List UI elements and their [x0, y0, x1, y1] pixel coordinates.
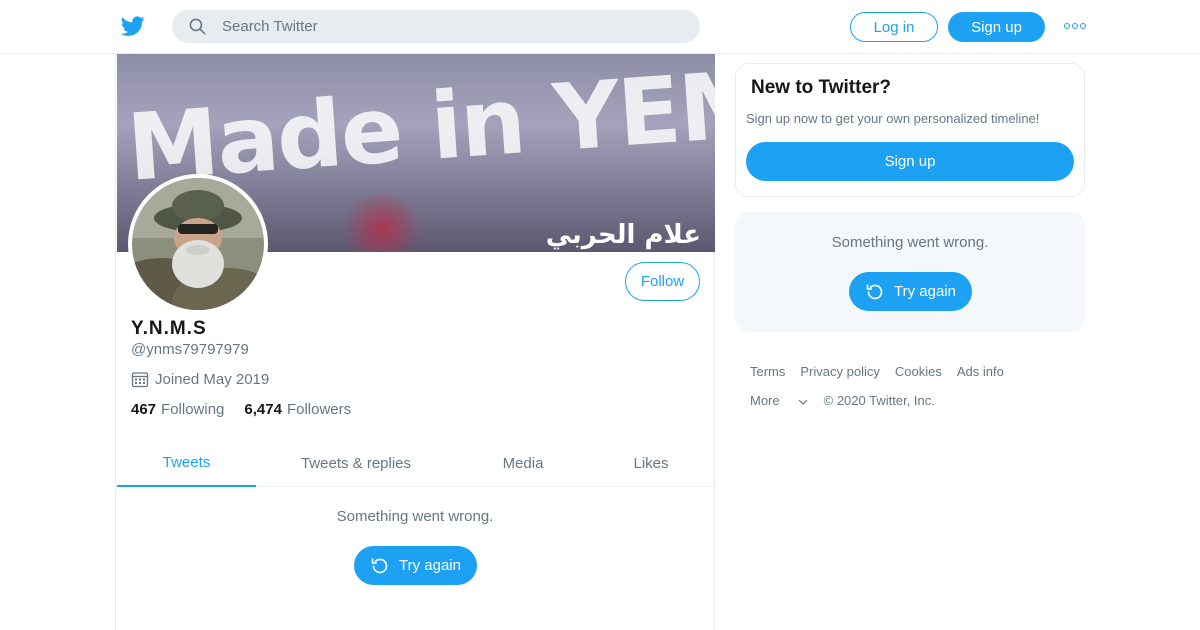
banner-arabic-text: علام الحربي: [545, 220, 701, 250]
footer-links: Terms Privacy policy Cookies Ads info Mo…: [750, 364, 1080, 422]
search-icon: [189, 18, 206, 35]
display-name: Y.N.M.S: [131, 318, 207, 339]
footer-link-terms[interactable]: Terms: [750, 364, 785, 379]
login-button[interactable]: Log in: [850, 12, 938, 42]
chevron-down-icon: [798, 399, 808, 405]
profile-tabs: Tweets Tweets & replies Media Likes: [117, 440, 715, 487]
search-input[interactable]: [222, 18, 662, 35]
timeline-error-text: Something went wrong.: [336, 508, 494, 525]
more-dots-icon[interactable]: [1064, 20, 1086, 32]
search-bar[interactable]: [172, 10, 700, 43]
following-link[interactable]: 467 Following: [131, 401, 224, 418]
tab-tweets-and-replies[interactable]: Tweets & replies: [256, 440, 456, 487]
footer-link-cookies[interactable]: Cookies: [895, 364, 942, 379]
tab-tweets[interactable]: Tweets: [117, 440, 256, 487]
avatar-photo: [132, 178, 264, 310]
followers-count: 6,474: [244, 401, 282, 418]
footer-more-button[interactable]: More: [750, 393, 809, 408]
followers-label: Followers: [286, 401, 352, 418]
top-navigation-bar: Log in Sign up: [0, 0, 1200, 54]
following-count: 467: [131, 401, 157, 418]
twitter-bird-icon[interactable]: [120, 14, 146, 38]
followers-link[interactable]: 6,474 Followers: [244, 401, 351, 418]
user-handle: @ynms79797979: [131, 341, 249, 358]
refresh-icon: [866, 283, 883, 299]
joined-text: Joined May 2019: [155, 370, 270, 388]
sidebar-retry-button[interactable]: Try again: [849, 272, 972, 311]
retry-label: Try again: [399, 557, 461, 574]
sidebar-error-panel: Something went wrong. Try again: [735, 212, 1085, 332]
refresh-icon: [371, 557, 388, 573]
avatar[interactable]: [128, 174, 268, 314]
tab-media[interactable]: Media: [456, 440, 590, 487]
sidebar-signup-button[interactable]: Sign up: [746, 142, 1074, 181]
following-label: Following: [161, 401, 225, 418]
new-to-twitter-subtitle: Sign up now to get your own personalized…: [746, 111, 1040, 126]
sidebar-retry-label: Try again: [894, 283, 956, 300]
banner-glow: [337, 194, 427, 252]
profile-column: Made in YEMEN علام الحربي Follow Y.N.M.S…: [115, 54, 715, 630]
tab-likes[interactable]: Likes: [590, 440, 712, 487]
footer-link-ads-info[interactable]: Ads info: [957, 364, 1004, 379]
new-to-twitter-card: New to Twitter? Sign up now to get your …: [735, 63, 1085, 197]
profile-stats: 467 Following 6,474 Followers: [131, 401, 371, 418]
footer-link-privacy[interactable]: Privacy policy: [800, 364, 879, 379]
joined-date: Joined May 2019: [131, 370, 269, 388]
calendar-icon: [131, 372, 149, 388]
follow-button[interactable]: Follow: [625, 262, 700, 301]
footer-more-label: More: [750, 393, 780, 408]
timeline-retry-button[interactable]: Try again: [354, 546, 477, 585]
sidebar-error-text: Something went wrong.: [831, 234, 989, 251]
signup-button[interactable]: Sign up: [948, 12, 1045, 42]
footer-copyright: © 2020 Twitter, Inc.: [823, 393, 935, 408]
new-to-twitter-title: New to Twitter?: [751, 77, 892, 98]
